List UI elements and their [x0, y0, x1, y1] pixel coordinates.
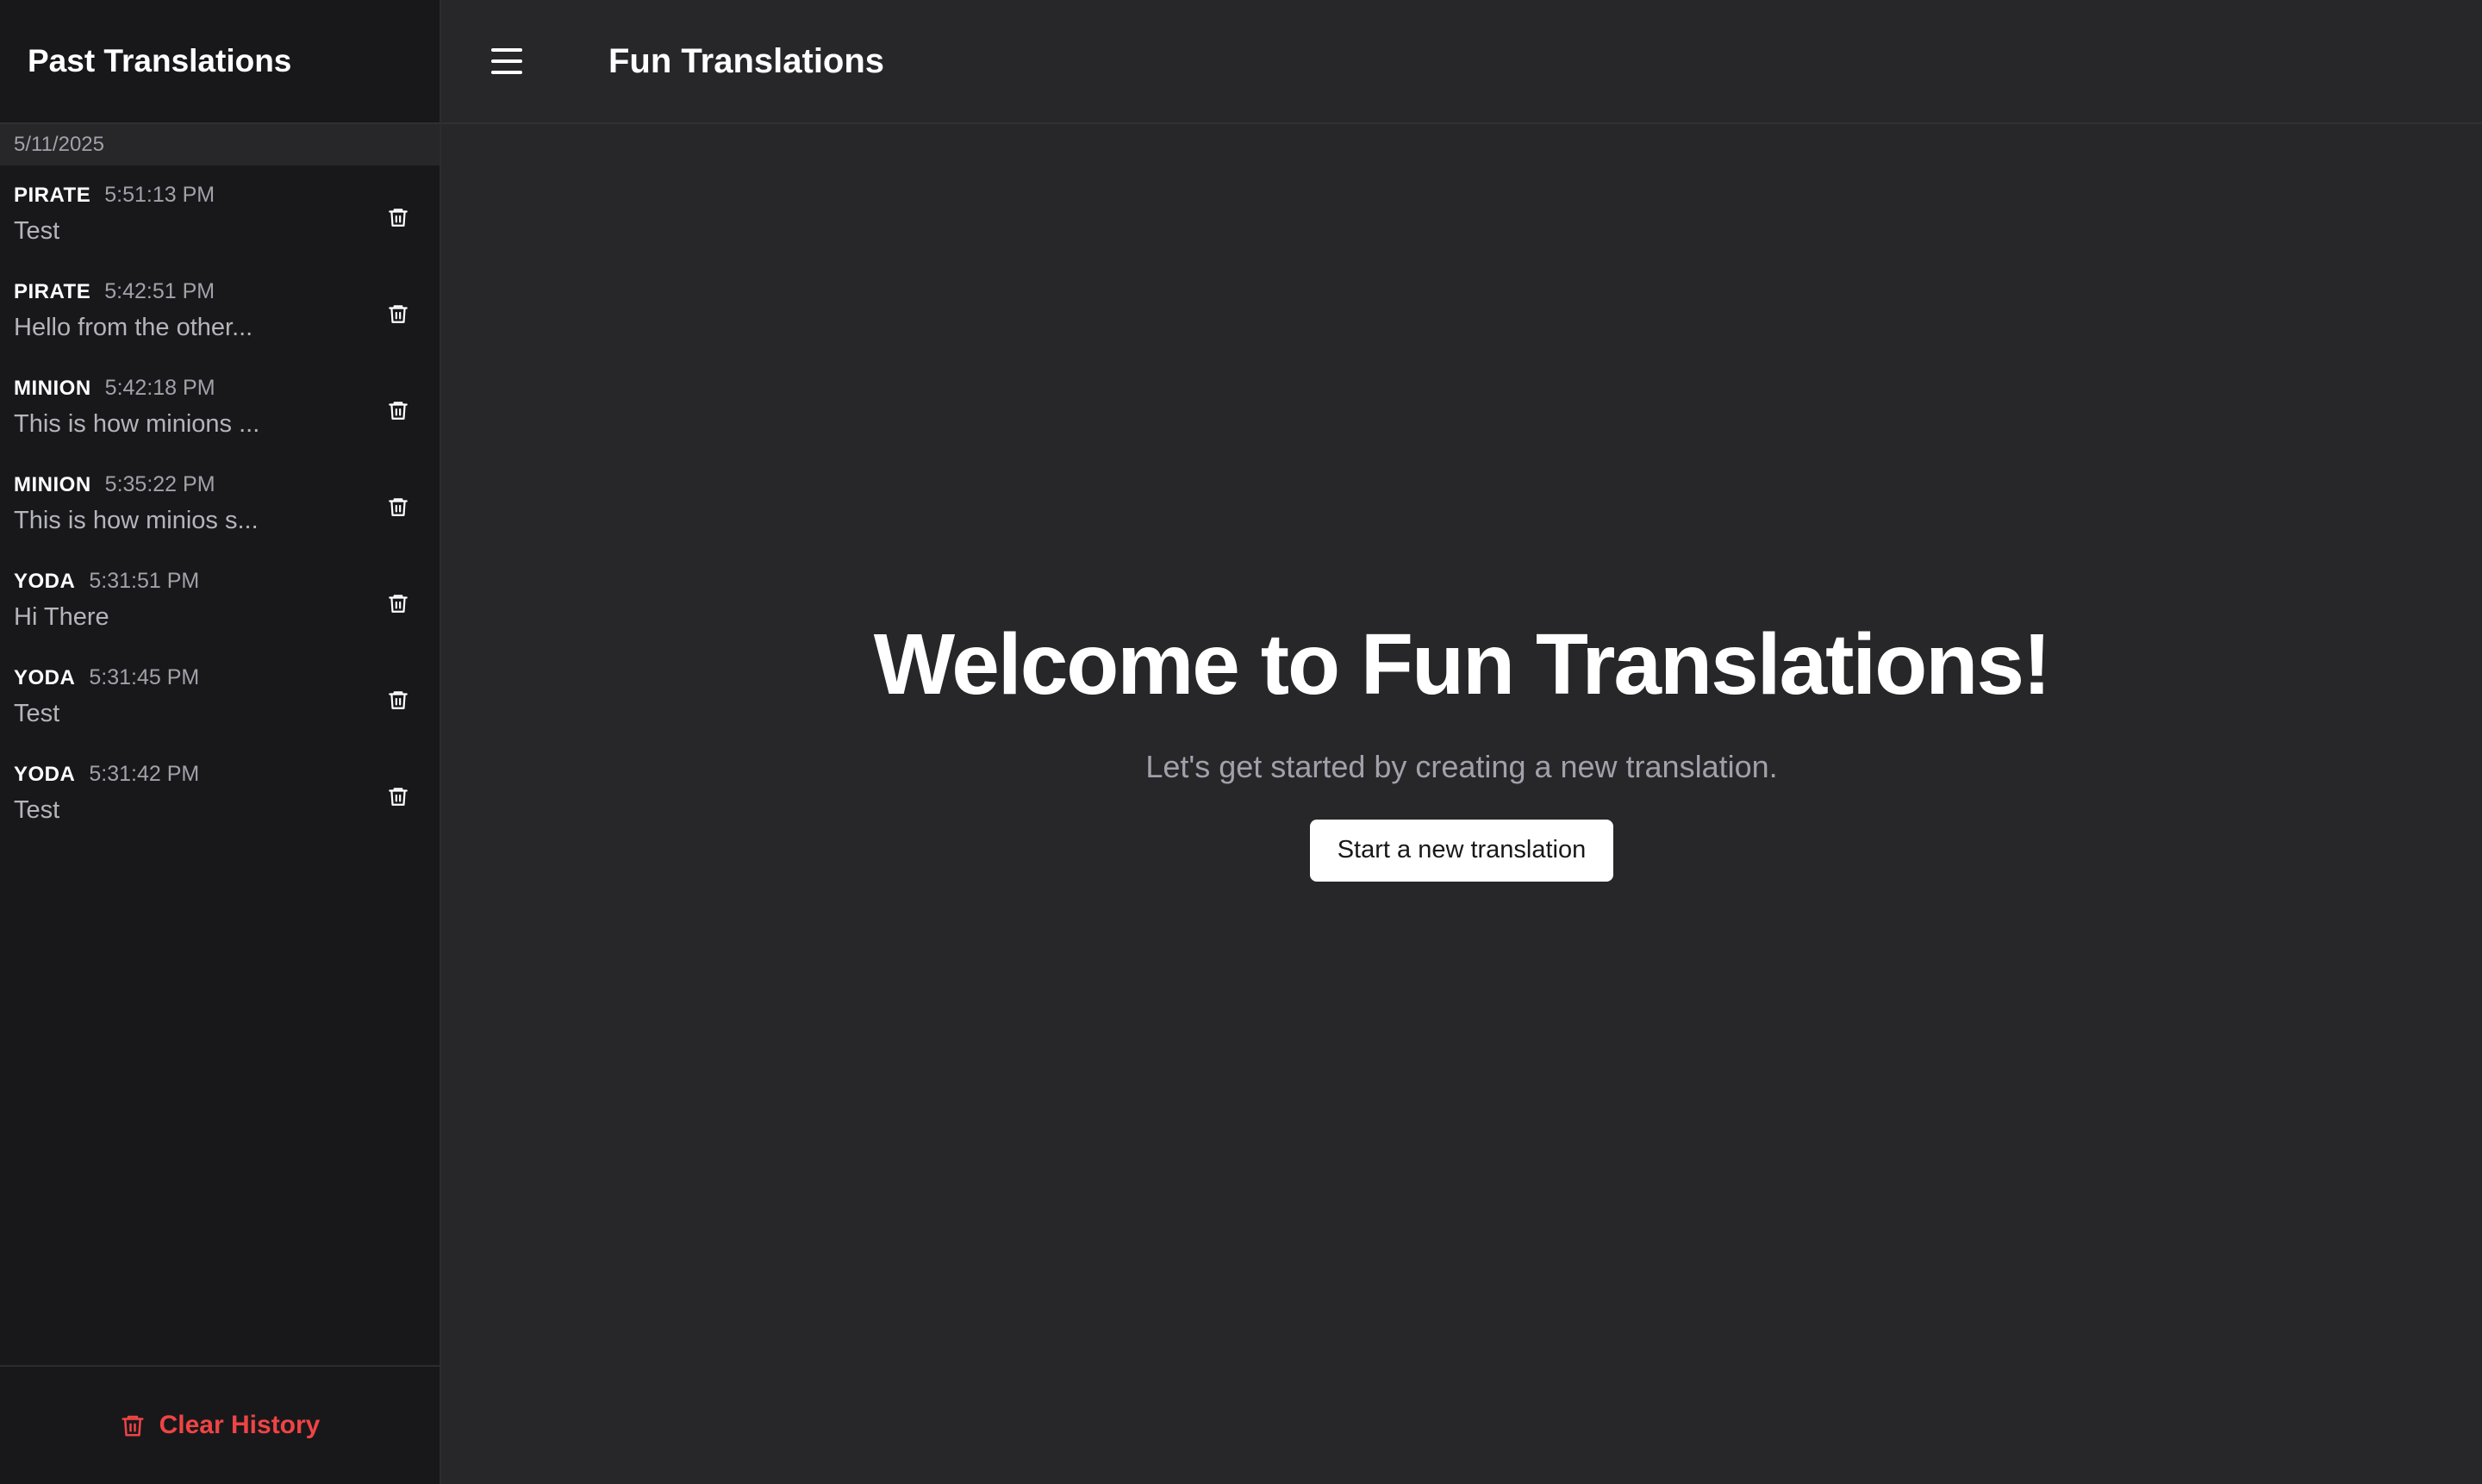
history-item-time: 5:42:18 PM — [104, 376, 215, 400]
history-sidebar: Past Translations 5/11/2025 PIRATE 5:51:1… — [0, 0, 441, 1484]
history-item-time: 5:31:42 PM — [89, 762, 200, 786]
delete-item-button[interactable] — [381, 200, 415, 234]
history-item-language: YODA — [14, 666, 76, 689]
top-bar: Fun Translations — [441, 0, 2482, 124]
history-item-text: Test — [14, 217, 60, 245]
history-item[interactable]: PIRATE 5:42:51 PM Hello from the other... — [0, 262, 440, 359]
history-item-language: YODA — [14, 763, 76, 786]
history-item-meta: YODA 5:31:45 PM — [14, 665, 426, 695]
history-item-meta: MINION 5:35:22 PM — [14, 472, 426, 502]
app-root: Past Translations 5/11/2025 PIRATE 5:51:1… — [0, 0, 2482, 1484]
history-item-language: PIRATE — [14, 184, 91, 207]
delete-item-button[interactable] — [381, 489, 415, 524]
welcome-subtitle: Let's get started by creating a new tran… — [1145, 748, 1778, 784]
history-item-language: MINION — [14, 473, 91, 496]
history-item-text: Hi There — [14, 603, 109, 631]
delete-item-button[interactable] — [381, 779, 415, 814]
history-item-meta: PIRATE 5:51:13 PM — [14, 183, 426, 212]
history-item-language: YODA — [14, 570, 76, 593]
history-item-time: 5:35:22 PM — [104, 472, 215, 496]
history-item-text: This is how minios s... — [14, 507, 259, 534]
sidebar-header: Past Translations — [0, 0, 440, 124]
sidebar-footer: Clear History — [0, 1365, 440, 1484]
history-item-text: Hello from the other... — [14, 314, 253, 341]
history-item-meta: MINION 5:42:18 PM — [14, 376, 426, 405]
history-item-time: 5:51:13 PM — [104, 183, 215, 207]
history-item[interactable]: MINION 5:42:18 PM This is how minions ... — [0, 359, 440, 455]
clear-history-label: Clear History — [159, 1411, 321, 1439]
main-panel: Fun Translations Welcome to Fun Translat… — [441, 0, 2482, 1484]
history-item-meta: PIRATE 5:42:51 PM — [14, 279, 426, 309]
date-group-header: 5/11/2025 — [0, 124, 440, 165]
delete-item-button[interactable] — [381, 393, 415, 427]
delete-item-button[interactable] — [381, 296, 415, 331]
app-title: Fun Translations — [608, 41, 885, 80]
history-item-text: This is how minions ... — [14, 410, 260, 438]
history-item-language: PIRATE — [14, 280, 91, 303]
trash-icon — [387, 590, 409, 616]
history-item-language: MINION — [14, 377, 91, 400]
trash-icon — [387, 397, 409, 423]
history-list: PIRATE 5:51:13 PM Test PIRATE 5:42:51 PM Hell… — [0, 165, 440, 1365]
history-item-meta: YODA 5:31:51 PM — [14, 569, 426, 598]
sidebar-title: Past Translations — [28, 43, 292, 78]
history-item[interactable]: PIRATE 5:51:13 PM Test — [0, 165, 440, 262]
history-item-text: Test — [14, 796, 60, 824]
trash-icon — [387, 301, 409, 327]
delete-item-button[interactable] — [381, 683, 415, 717]
history-item[interactable]: MINION 5:35:22 PM This is how minios s... — [0, 455, 440, 552]
delete-item-button[interactable] — [381, 586, 415, 620]
clear-history-button[interactable]: Clear History — [120, 1411, 321, 1440]
history-item-meta: YODA 5:31:42 PM — [14, 762, 426, 791]
trash-icon — [387, 687, 409, 713]
history-item[interactable]: YODA 5:31:51 PM Hi There — [0, 552, 440, 648]
history-item[interactable]: YODA 5:31:42 PM Test — [0, 745, 440, 841]
welcome-title: Welcome to Fun Translations! — [873, 615, 2052, 713]
history-item[interactable]: YODA 5:31:45 PM Test — [0, 648, 440, 745]
trash-icon — [387, 783, 409, 809]
trash-icon — [387, 204, 409, 230]
trash-icon — [387, 494, 409, 520]
history-item-time: 5:42:51 PM — [104, 279, 215, 303]
trash-icon — [122, 1415, 144, 1437]
start-translation-button[interactable]: Start a new translation — [1309, 819, 1614, 882]
history-item-time: 5:31:51 PM — [89, 569, 200, 593]
history-item-text: Test — [14, 700, 60, 727]
history-item-time: 5:31:45 PM — [89, 665, 200, 689]
welcome-section: Welcome to Fun Translations! Let's get s… — [441, 124, 2482, 1484]
hamburger-menu-icon[interactable] — [491, 40, 534, 83]
